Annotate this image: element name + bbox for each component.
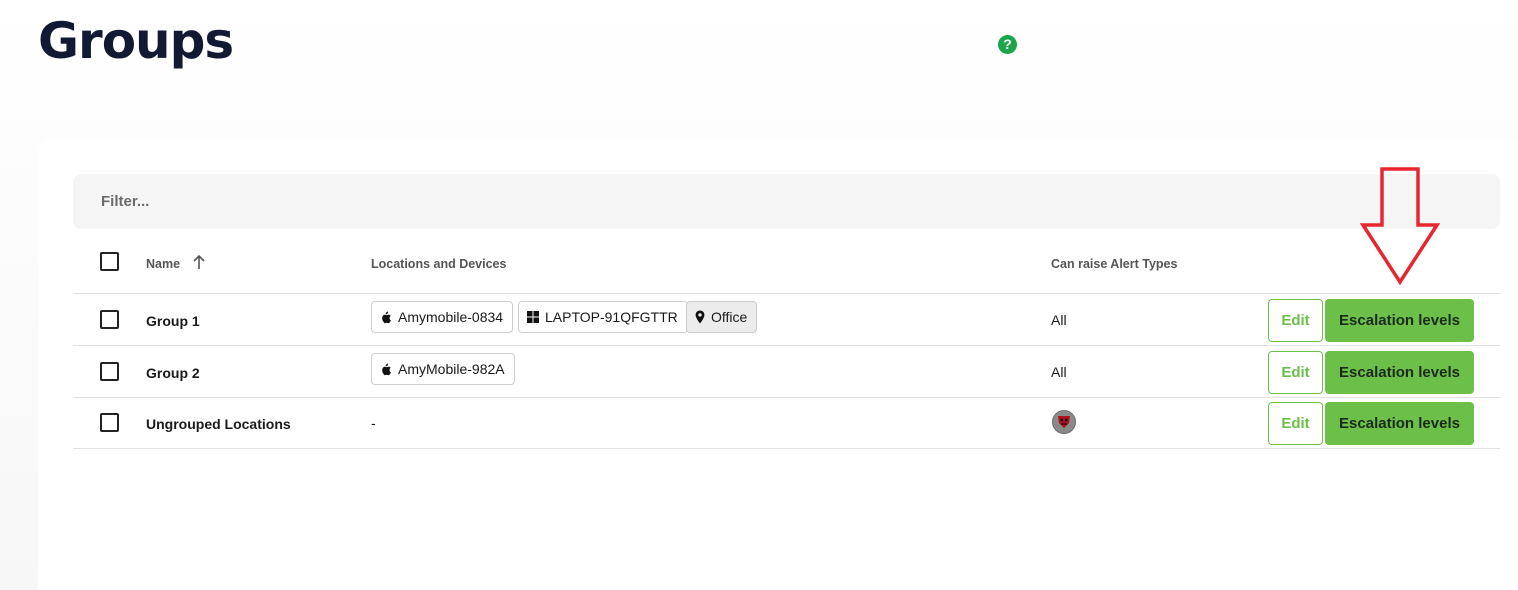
page-title: Groups xyxy=(38,12,234,70)
group-name: Group 2 xyxy=(146,365,200,381)
column-header-alerts: Can raise Alert Types xyxy=(1051,257,1178,271)
group-name: Group 1 xyxy=(146,313,200,329)
device-label: AmyMobile-982A xyxy=(398,361,505,377)
location-chip[interactable]: Office xyxy=(686,301,758,333)
row-divider xyxy=(73,345,1500,346)
row-divider xyxy=(73,448,1500,449)
device-chip[interactable]: LAPTOP-91QFGTTR xyxy=(518,301,688,333)
help-icon[interactable]: ? xyxy=(998,35,1017,54)
device-label: LAPTOP-91QFGTTR xyxy=(545,309,678,325)
escalation-levels-button[interactable]: Escalation levels xyxy=(1325,299,1474,342)
escalation-levels-button[interactable]: Escalation levels xyxy=(1325,402,1474,445)
alert-types-value: All xyxy=(1051,364,1067,380)
column-header-name[interactable]: Name xyxy=(146,257,180,271)
edit-button[interactable]: Edit xyxy=(1268,402,1323,445)
location-label: Office xyxy=(711,309,748,325)
devices-empty-value: - xyxy=(371,415,376,431)
alert-types-value: All xyxy=(1051,312,1067,328)
device-chip[interactable]: AmyMobile-982A xyxy=(371,353,515,385)
row-checkbox-ungrouped[interactable] xyxy=(100,413,119,432)
edit-button[interactable]: Edit xyxy=(1268,351,1323,394)
device-chip[interactable]: Amymobile-0834 xyxy=(371,301,514,333)
group-name: Ungrouped Locations xyxy=(146,416,291,432)
windows-icon xyxy=(527,311,539,323)
filter-input[interactable] xyxy=(73,174,1500,229)
select-all-checkbox[interactable] xyxy=(100,252,119,271)
row-checkbox-group-1[interactable] xyxy=(100,310,119,329)
row-divider xyxy=(73,397,1500,398)
device-label: Amymobile-0834 xyxy=(398,309,504,325)
header-divider xyxy=(73,293,1500,294)
row-checkbox-group-2[interactable] xyxy=(100,362,119,381)
apple-icon xyxy=(382,362,391,375)
edit-button[interactable]: Edit xyxy=(1268,299,1323,342)
location-pin-icon xyxy=(695,310,705,324)
alert-type-icon xyxy=(1052,410,1076,434)
sort-ascending-icon[interactable] xyxy=(192,254,206,270)
apple-icon xyxy=(382,310,391,323)
column-header-locations: Locations and Devices xyxy=(371,257,507,271)
escalation-levels-button[interactable]: Escalation levels xyxy=(1325,351,1474,394)
annotation-arrow-icon xyxy=(1360,167,1440,285)
